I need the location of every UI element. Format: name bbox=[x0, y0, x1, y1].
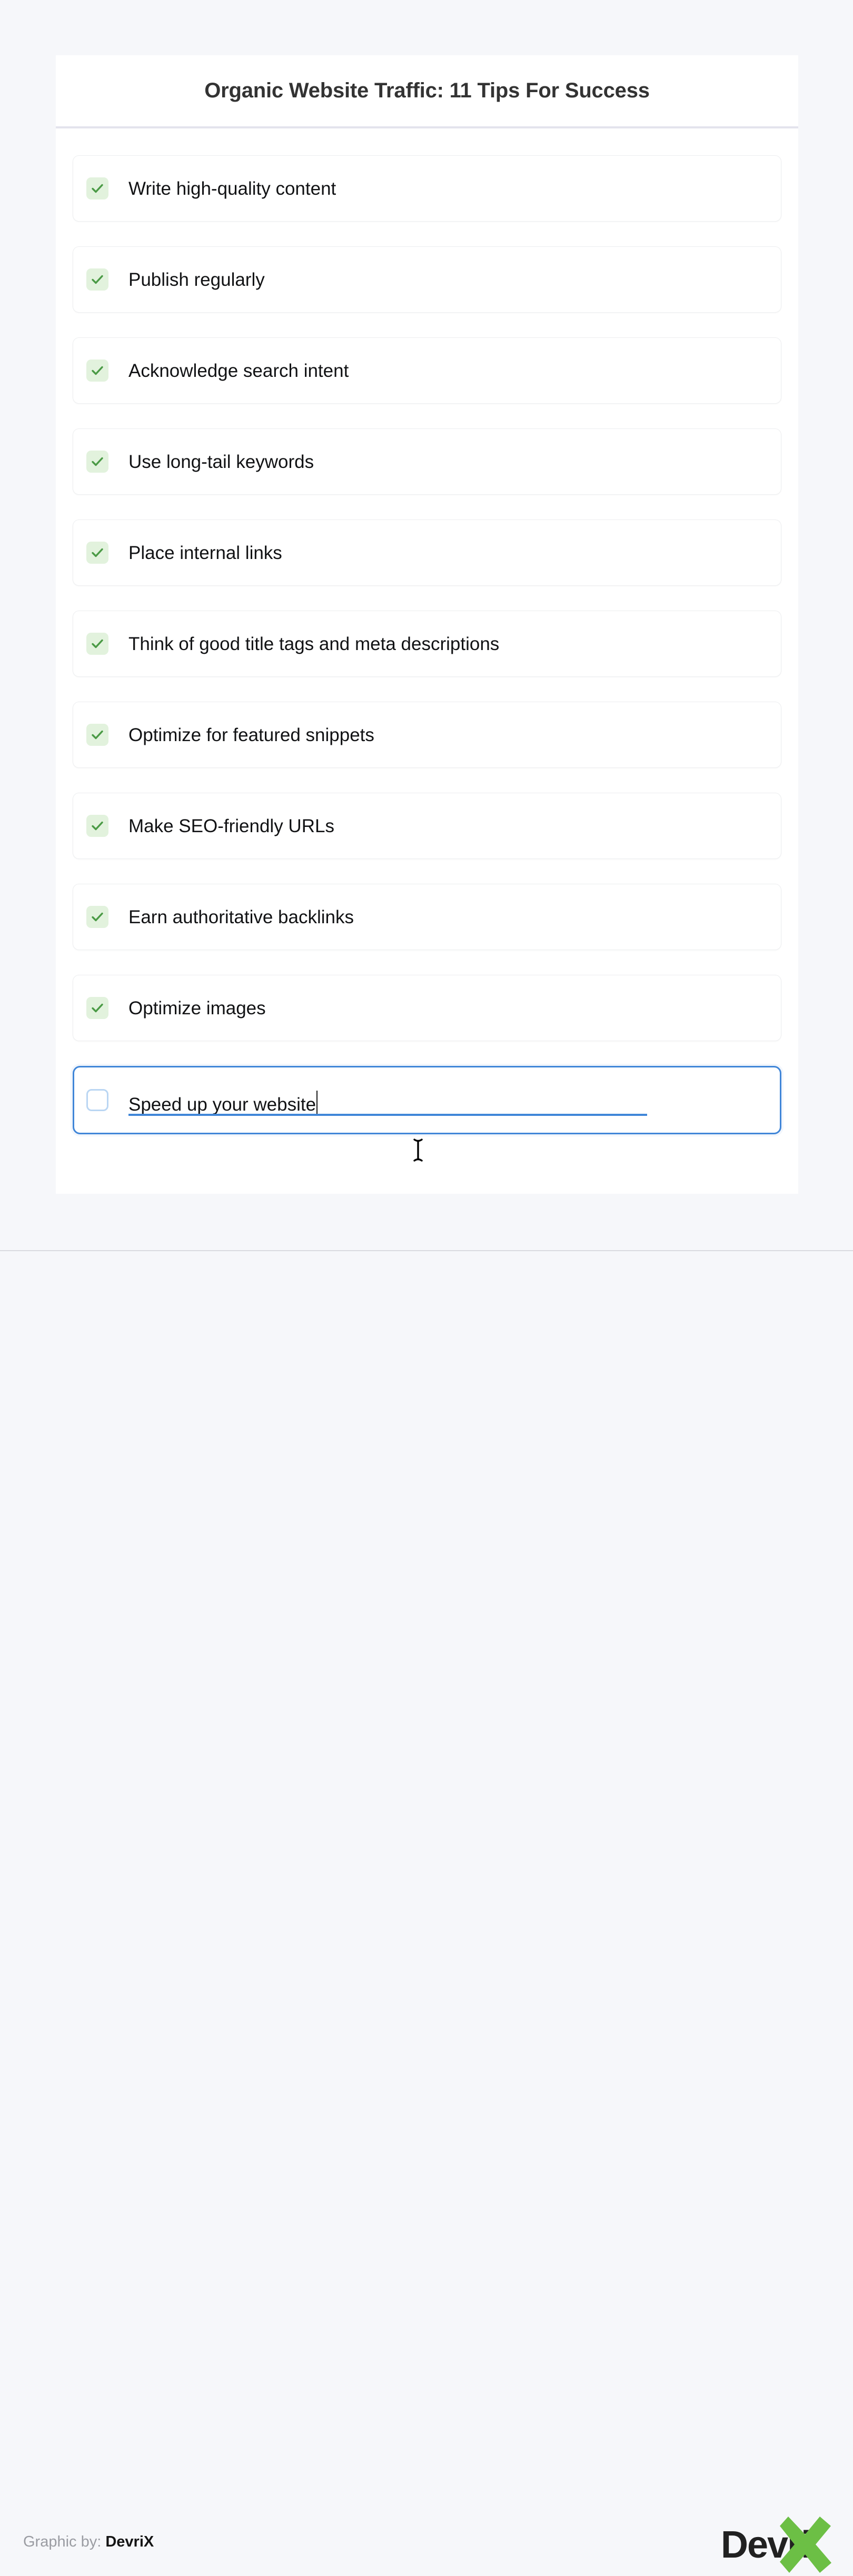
checklist-item-label: Use long-tail keywords bbox=[128, 451, 314, 472]
input-underline bbox=[128, 1114, 647, 1116]
checklist-item[interactable]: Write high-quality content bbox=[73, 155, 781, 222]
checklist-item[interactable]: Optimize images bbox=[73, 975, 781, 1041]
checklist-item-label: Earn authoritative backlinks bbox=[128, 906, 354, 927]
checklist: Write high-quality content Publish regul… bbox=[56, 128, 798, 1134]
check-icon[interactable] bbox=[86, 177, 108, 199]
checklist-item-input[interactable]: Speed up your website bbox=[128, 1095, 316, 1114]
credit-line: Graphic by: DevriX bbox=[23, 2533, 154, 2551]
checklist-item-active[interactable]: Speed up your website bbox=[73, 1066, 781, 1134]
text-caret bbox=[316, 1091, 318, 1115]
checklist-item[interactable]: Earn authoritative backlinks bbox=[73, 884, 781, 950]
check-icon[interactable] bbox=[86, 542, 108, 564]
checklist-item-label: Acknowledge search intent bbox=[128, 360, 349, 381]
checklist-item[interactable]: Make SEO-friendly URLs bbox=[73, 793, 781, 859]
check-icon[interactable] bbox=[86, 633, 108, 655]
checklist-item-label: Optimize for featured snippets bbox=[128, 724, 374, 745]
checklist-item-label: Publish regularly bbox=[128, 269, 265, 290]
checklist-item[interactable]: Optimize for featured snippets bbox=[73, 702, 781, 768]
check-icon[interactable] bbox=[86, 906, 108, 928]
check-icon[interactable] bbox=[86, 815, 108, 837]
credit-brand: DevriX bbox=[105, 2533, 154, 2550]
card-header: Organic Website Traffic: 11 Tips For Suc… bbox=[56, 55, 798, 126]
check-icon[interactable] bbox=[86, 451, 108, 473]
check-icon[interactable] bbox=[86, 268, 108, 291]
checklist-item[interactable]: Use long-tail keywords bbox=[73, 428, 781, 495]
checklist-item-label: Optimize images bbox=[128, 997, 266, 1019]
checkbox-unchecked-icon[interactable] bbox=[86, 1089, 108, 1111]
main-card: Organic Website Traffic: 11 Tips For Suc… bbox=[56, 55, 798, 1194]
checklist-item-label: Write high-quality content bbox=[128, 178, 336, 199]
check-icon[interactable] bbox=[86, 360, 108, 382]
check-icon[interactable] bbox=[86, 997, 108, 1019]
check-icon[interactable] bbox=[86, 724, 108, 746]
credit-prefix: Graphic by: bbox=[23, 2533, 102, 2550]
page-title: Organic Website Traffic: 11 Tips For Suc… bbox=[204, 79, 650, 102]
checklist-item-input-wrapper[interactable]: Speed up your website bbox=[128, 1086, 647, 1116]
checklist-item[interactable]: Publish regularly bbox=[73, 246, 781, 313]
devrix-logo-x-mark bbox=[780, 2517, 831, 2576]
checklist-item-label: Think of good title tags and meta descri… bbox=[128, 633, 500, 654]
devrix-logo[interactable]: Devri bbox=[721, 2517, 831, 2573]
footer: Graphic by: DevriX Devri bbox=[0, 1251, 853, 2573]
checklist-item-label: Make SEO-friendly URLs bbox=[128, 815, 334, 836]
checklist-item[interactable]: Place internal links bbox=[73, 520, 781, 586]
checklist-item-label: Place internal links bbox=[128, 542, 282, 563]
checklist-item[interactable]: Acknowledge search intent bbox=[73, 337, 781, 404]
checklist-item[interactable]: Think of good title tags and meta descri… bbox=[73, 611, 781, 677]
